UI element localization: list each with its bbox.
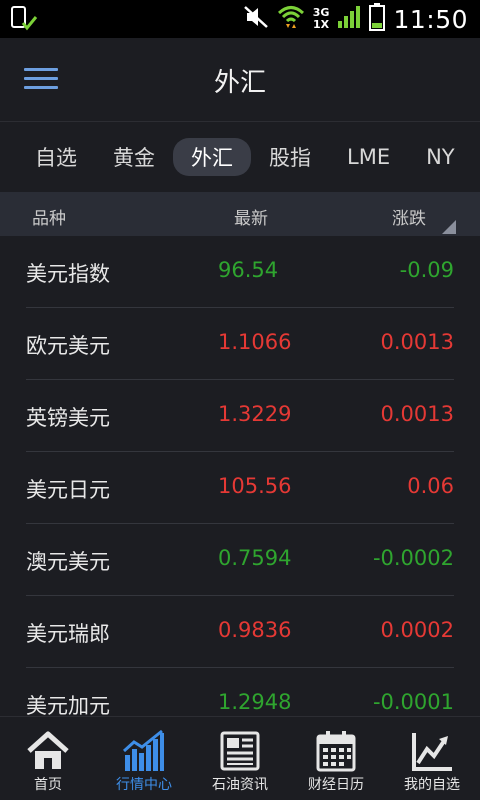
nav-label: 首页 <box>34 777 62 793</box>
market-chart-icon <box>122 729 166 773</box>
quote-row-gbpusd[interactable]: 英镑美元 1.3229 0.0013 <box>0 380 480 452</box>
price-change: -0.0002 <box>372 546 454 570</box>
quote-row-usd-index[interactable]: 美元指数 96.54 -0.09 <box>0 236 480 308</box>
nav-label: 行情中心 <box>116 777 172 793</box>
last-price: 96.54 <box>218 258 279 282</box>
nav-home[interactable]: 首页 <box>0 717 96 800</box>
price-change: 0.0002 <box>380 618 454 642</box>
price-change: -0.0001 <box>372 690 454 714</box>
network-type: 3G 1X <box>313 7 330 31</box>
instrument-name: 欧元美元 <box>26 334 110 358</box>
tab-stock-index[interactable]: 股指 <box>251 138 329 176</box>
wifi-icon <box>277 4 305 34</box>
tab-gold[interactable]: 黄金 <box>95 138 173 176</box>
last-price: 0.9836 <box>218 618 292 642</box>
mute-icon <box>243 4 269 34</box>
tab-forex[interactable]: 外汇 <box>173 138 251 176</box>
instrument-name: 美元瑞郎 <box>26 622 110 646</box>
screenshot-icon <box>10 6 40 32</box>
nav-market-center[interactable]: 行情中心 <box>96 717 192 800</box>
tab-lme[interactable]: LME <box>329 141 408 173</box>
signal-icon <box>337 5 361 33</box>
nav-my-watchlist[interactable]: 我的自选 <box>384 717 480 800</box>
trend-line-icon <box>410 729 454 773</box>
price-change: 0.06 <box>407 474 454 498</box>
nav-label: 财经日历 <box>308 777 364 793</box>
bottom-nav: 首页 行情中心 石油资讯 财经日历 我的自选 <box>0 716 480 800</box>
last-price: 105.56 <box>218 474 292 498</box>
home-icon <box>26 729 70 773</box>
last-price: 1.3229 <box>218 402 292 426</box>
status-bar: 3G 1X 11:50 <box>0 0 480 38</box>
app-header: 外汇 <box>0 38 480 122</box>
sort-indicator-icon[interactable] <box>442 220 456 234</box>
network-type-bottom: 1X <box>313 18 330 31</box>
instrument-name: 美元加元 <box>26 694 110 716</box>
nav-oil-news[interactable]: 石油资讯 <box>192 717 288 800</box>
column-header-name[interactable]: 品种 <box>32 204 66 229</box>
quote-row-eurusd[interactable]: 欧元美元 1.1066 0.0013 <box>0 308 480 380</box>
quote-row-usdjpy[interactable]: 美元日元 105.56 0.06 <box>0 452 480 524</box>
quote-list[interactable]: 美元指数 96.54 -0.09 欧元美元 1.1066 0.0013 英镑美元… <box>0 236 480 716</box>
nav-label: 石油资讯 <box>212 777 268 793</box>
instrument-name: 澳元美元 <box>26 550 110 574</box>
price-change: 0.0013 <box>380 402 454 426</box>
last-price: 0.7594 <box>218 546 292 570</box>
category-tabs: 自选 黄金 外汇 股指 LME NY <box>0 122 480 192</box>
price-change: -0.09 <box>399 258 454 282</box>
quote-table-header: 品种 最新 涨跌 <box>0 192 480 236</box>
quote-row-usdcad[interactable]: 美元加元 1.2948 -0.0001 <box>0 668 480 716</box>
instrument-name: 英镑美元 <box>26 406 110 430</box>
last-price: 1.2948 <box>218 690 292 714</box>
last-price: 1.1066 <box>218 330 292 354</box>
price-change: 0.0013 <box>380 330 454 354</box>
quote-row-audusd[interactable]: 澳元美元 0.7594 -0.0002 <box>0 524 480 596</box>
instrument-name: 美元日元 <box>26 478 110 502</box>
tab-ny[interactable]: NY <box>408 141 473 173</box>
newspaper-icon <box>218 729 262 773</box>
nav-label: 我的自选 <box>404 777 460 793</box>
instrument-name: 美元指数 <box>26 262 110 286</box>
clock: 11:50 <box>393 4 468 34</box>
battery-icon <box>369 3 386 35</box>
calendar-icon <box>314 729 358 773</box>
column-header-change[interactable]: 涨跌 <box>392 204 426 229</box>
quote-row-usdchf[interactable]: 美元瑞郎 0.9836 0.0002 <box>0 596 480 668</box>
tab-watchlist[interactable]: 自选 <box>17 138 95 176</box>
nav-economic-calendar[interactable]: 财经日历 <box>288 717 384 800</box>
page-title: 外汇 <box>213 68 266 98</box>
column-header-last[interactable]: 最新 <box>234 204 268 229</box>
